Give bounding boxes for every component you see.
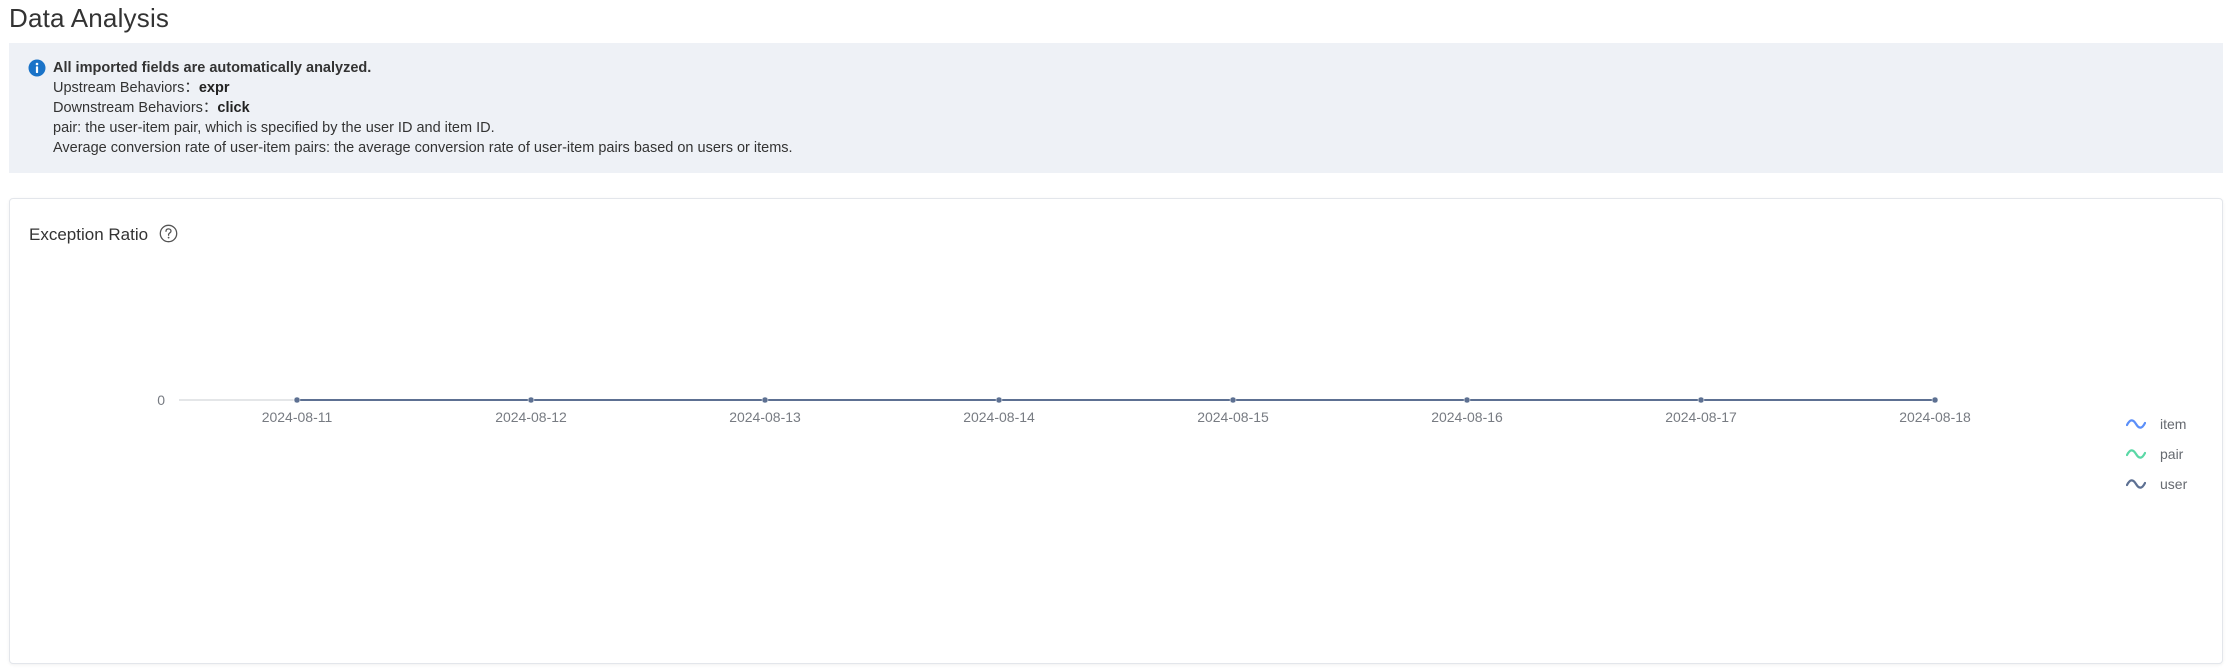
legend-label: user [2160, 476, 2188, 492]
x-tick-label: 2024-08-12 [495, 409, 567, 425]
upstream-behaviors-line: Upstream Behaviors：expr [53, 78, 793, 98]
legend-item-pair[interactable]: pair [2126, 439, 2187, 469]
data-point-user [1697, 396, 1705, 404]
x-tick-label: 2024-08-14 [963, 409, 1035, 425]
legend-label: item [2160, 416, 2187, 432]
info-banner: All imported fields are automatically an… [9, 43, 2223, 173]
x-tick-label: 2024-08-16 [1431, 409, 1503, 425]
chart-legend: item pair user [2126, 409, 2187, 499]
legend-label: pair [2160, 446, 2184, 462]
page-title: Data Analysis [9, 3, 170, 33]
x-tick-label: 2024-08-15 [1197, 409, 1269, 425]
legend-item-item[interactable]: item [2126, 409, 2187, 439]
exception-ratio-card: Exception Ratio 0 2024-08-11 2024-08-12 202… [9, 198, 2223, 664]
data-point-user [1229, 396, 1237, 404]
y-tick-label: 0 [157, 392, 165, 408]
legend-wave-icon [2126, 479, 2146, 489]
downstream-value: click [217, 100, 250, 116]
downstream-label: Downstream Behaviors： [53, 100, 218, 116]
legend-wave-icon [2126, 449, 2146, 459]
exception-ratio-chart: 0 2024-08-11 2024-08-12 2024-08-13 2024-08-1… [157, 392, 1971, 425]
data-point-user [761, 396, 769, 404]
data-point-user [293, 396, 301, 404]
x-tick-label: 2024-08-13 [729, 409, 801, 425]
upstream-label: Upstream Behaviors： [53, 80, 199, 96]
x-tick-label: 2024-08-11 [262, 409, 333, 425]
data-point-user [995, 396, 1003, 404]
data-point-user [1463, 396, 1471, 404]
info-circle-icon [28, 59, 46, 77]
legend-wave-icon [2126, 419, 2146, 429]
avg-conversion-note: Average conversion rate of user-item pai… [53, 140, 793, 156]
upstream-value: expr [198, 80, 230, 96]
downstream-behaviors-line: Downstream Behaviors：click [53, 98, 793, 118]
x-tick-label: 2024-08-17 [1665, 409, 1737, 425]
legend-item-user[interactable]: user [2126, 469, 2187, 499]
x-tick-label: 2024-08-18 [1899, 409, 1971, 425]
data-point-user [1931, 396, 1939, 404]
pair-note: pair: the user-item pair, which is speci… [53, 120, 495, 136]
info-headline: All imported fields are automatically an… [53, 60, 372, 76]
data-point-user [527, 396, 535, 404]
